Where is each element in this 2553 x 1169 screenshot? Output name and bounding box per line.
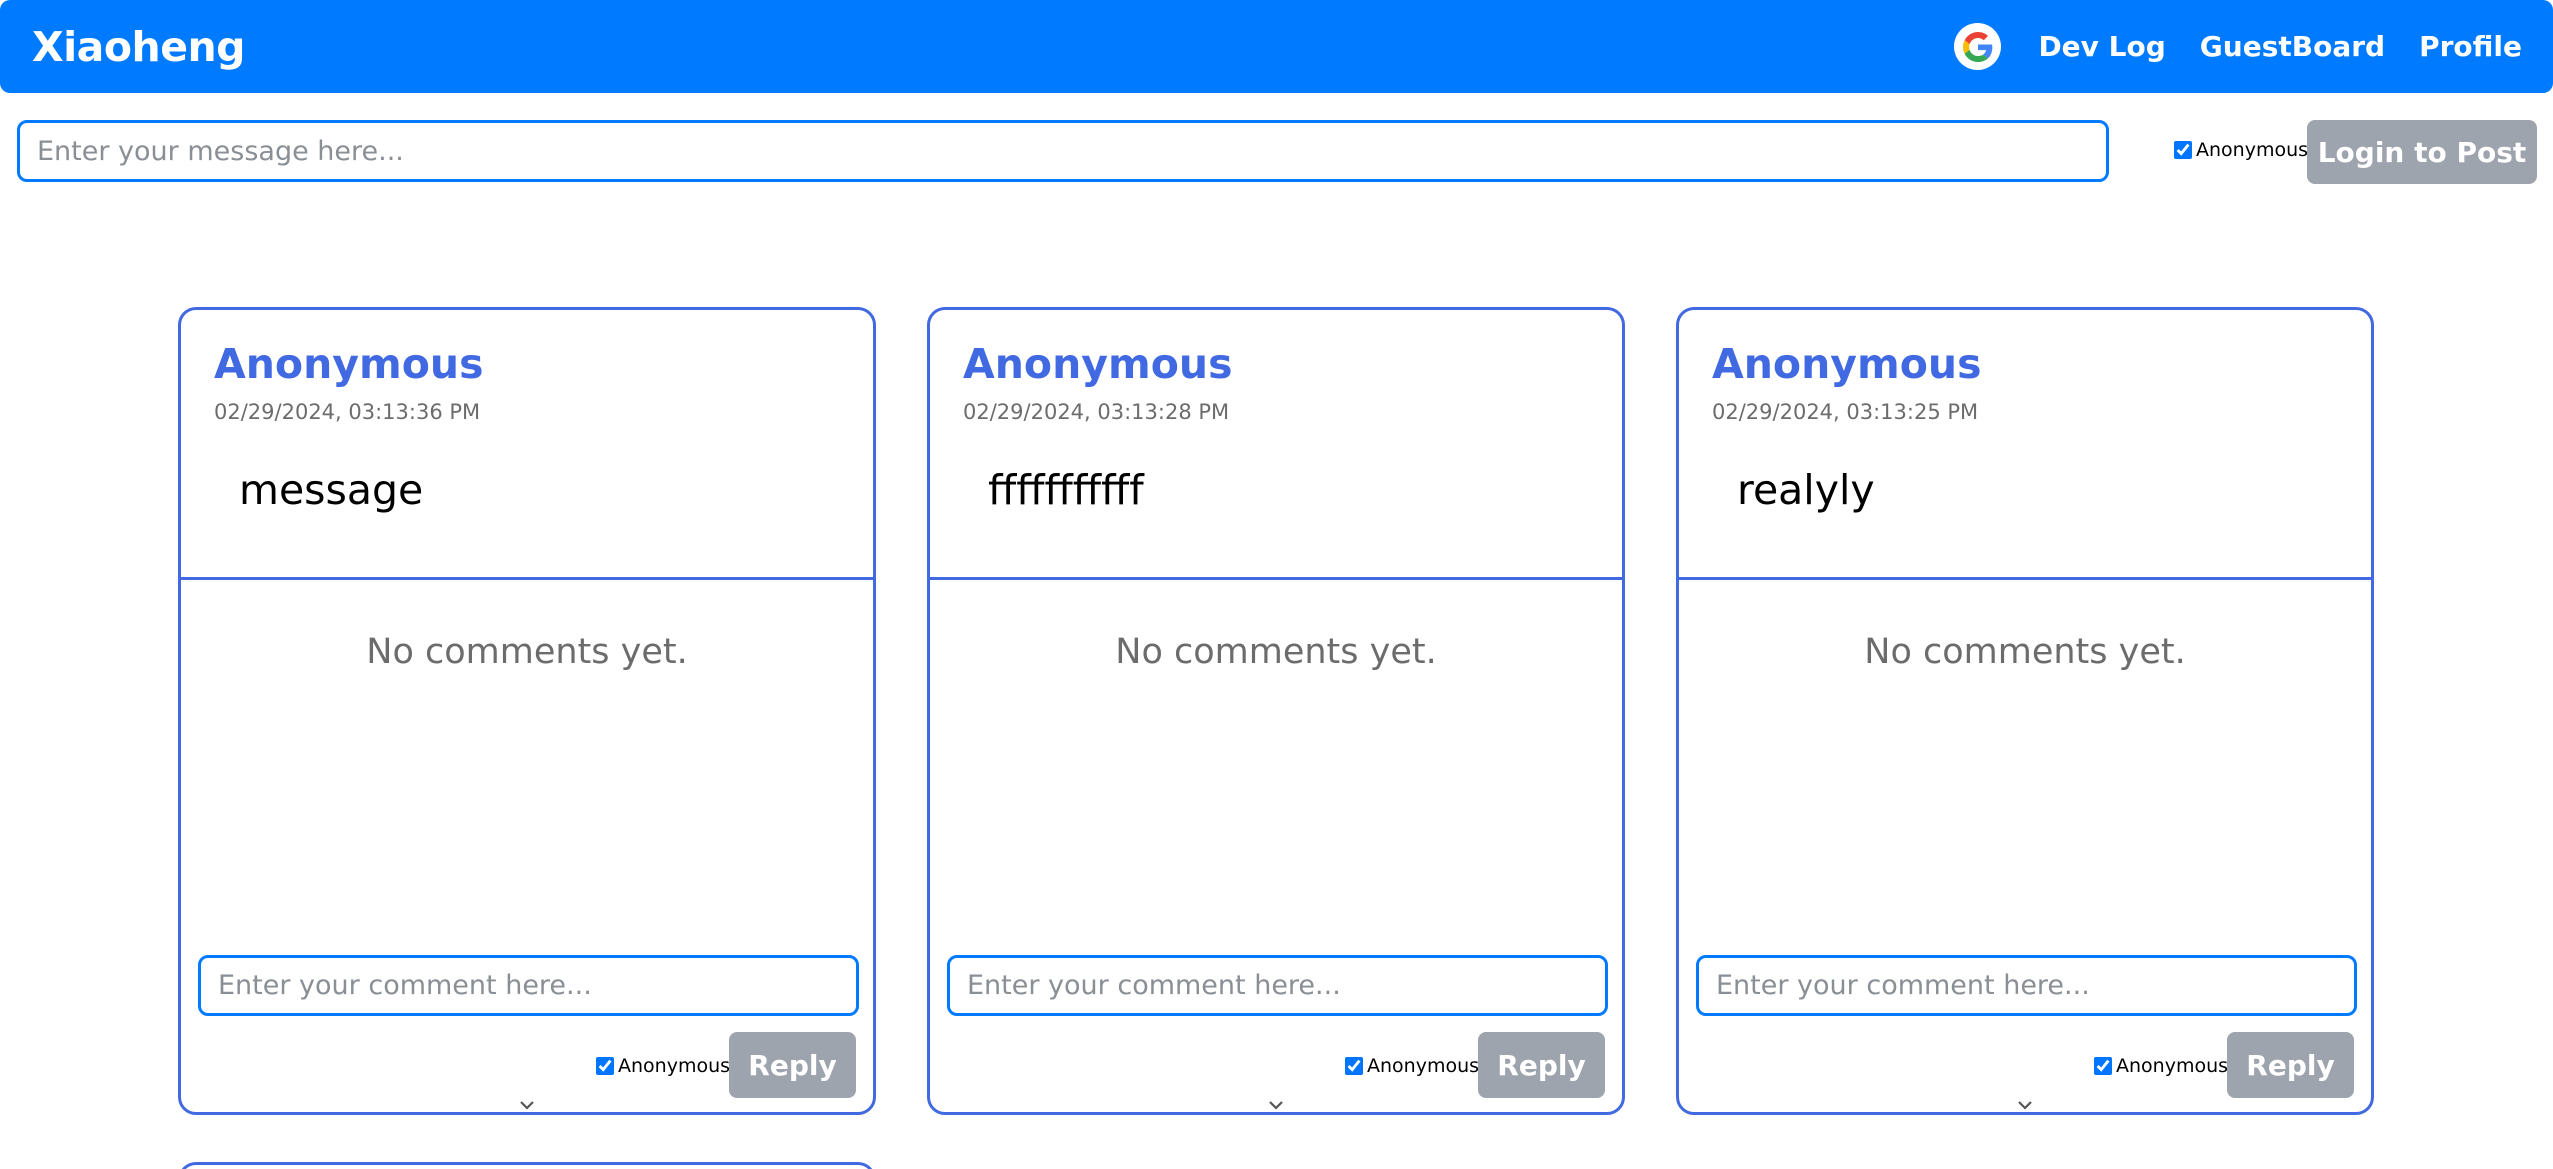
nav-dev-log[interactable]: Dev Log — [2038, 30, 2165, 63]
google-icon[interactable] — [1954, 23, 2002, 70]
comment-anonymous-toggle[interactable]: Anonymous — [596, 1055, 730, 1077]
reply-button[interactable]: Reply — [1478, 1032, 1605, 1098]
chevron-down-icon[interactable] — [518, 1099, 536, 1111]
chevron-down-icon[interactable] — [2016, 1099, 2034, 1111]
message-card: Anonymous 02/29/2024, 03:13:36 PM messag… — [178, 307, 876, 1115]
card-header: Anonymous 02/29/2024, 03:13:25 PM realyl… — [1679, 310, 2371, 580]
comment-input[interactable] — [198, 955, 859, 1016]
card-author: Anonymous — [963, 340, 1233, 388]
comment-anonymous-label: Anonymous — [1367, 1055, 1480, 1077]
message-card: Anonymous 02/29/2024, 03:13:25 PM realyl… — [1676, 307, 2374, 1115]
comment-anonymous-toggle[interactable]: Anonymous — [2094, 1055, 2228, 1077]
navbar: Xiaoheng Dev Log GuestBoard Profile — [0, 0, 2553, 93]
comment-anonymous-checkbox[interactable] — [596, 1057, 614, 1075]
no-comments-text: No comments yet. — [1864, 632, 2186, 672]
card-author: Anonymous — [214, 340, 484, 388]
card-message: fffffffffff — [988, 466, 1144, 514]
card-message: message — [239, 466, 424, 514]
message-input[interactable] — [17, 120, 2109, 182]
nav-guestboard[interactable]: GuestBoard — [2200, 30, 2385, 63]
card-timestamp: 02/29/2024, 03:13:36 PM — [214, 400, 481, 424]
message-card: Anonymous 02/29/2024, 03:13:28 PM ffffff… — [927, 307, 1625, 1115]
login-to-post-button[interactable]: Login to Post — [2307, 120, 2537, 184]
no-comments-text: No comments yet. — [366, 632, 688, 672]
card-timestamp: 02/29/2024, 03:13:28 PM — [963, 400, 1230, 424]
no-comments-text: No comments yet. — [1115, 632, 1437, 672]
card-header: Anonymous 02/29/2024, 03:13:36 PM messag… — [181, 310, 873, 580]
nav-profile[interactable]: Profile — [2419, 30, 2522, 63]
post-anonymous-label: Anonymous — [2196, 139, 2309, 161]
card-message: realyly — [1737, 466, 1875, 514]
post-form: Anonymous Login to Post — [17, 120, 2537, 184]
comment-anonymous-toggle[interactable]: Anonymous — [1345, 1055, 1479, 1077]
post-anonymous-toggle[interactable]: Anonymous — [2174, 139, 2308, 161]
comment-input[interactable] — [947, 955, 1608, 1016]
reply-button[interactable]: Reply — [2227, 1032, 2354, 1098]
comment-anonymous-checkbox[interactable] — [1345, 1057, 1363, 1075]
comment-anonymous-checkbox[interactable] — [2094, 1057, 2112, 1075]
comment-input[interactable] — [1696, 955, 2357, 1016]
card-timestamp: 02/29/2024, 03:13:25 PM — [1712, 400, 1979, 424]
comment-anonymous-label: Anonymous — [618, 1055, 731, 1077]
chevron-down-icon[interactable] — [1267, 1099, 1285, 1111]
reply-button[interactable]: Reply — [729, 1032, 856, 1098]
message-card-partial — [178, 1162, 876, 1169]
comment-anonymous-label: Anonymous — [2116, 1055, 2229, 1077]
post-anonymous-checkbox[interactable] — [2174, 141, 2192, 159]
brand-logo[interactable]: Xiaoheng — [32, 23, 246, 71]
card-header: Anonymous 02/29/2024, 03:13:28 PM ffffff… — [930, 310, 1622, 580]
nav-links: Dev Log GuestBoard Profile — [1954, 23, 2522, 70]
card-author: Anonymous — [1712, 340, 1982, 388]
